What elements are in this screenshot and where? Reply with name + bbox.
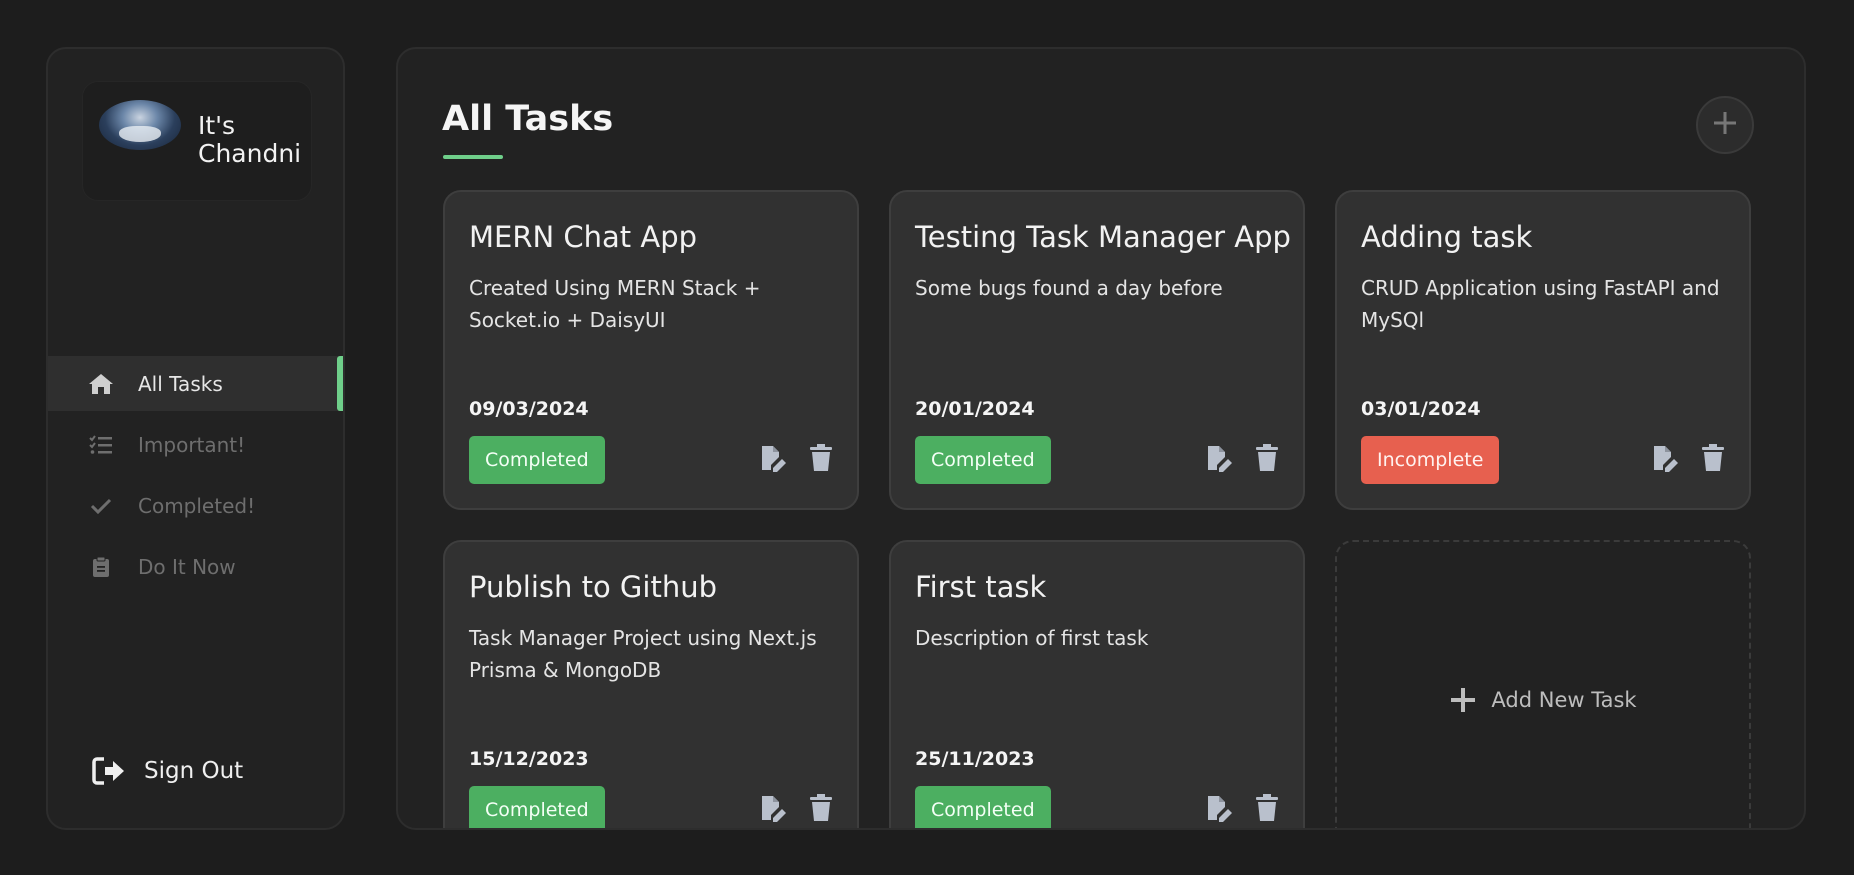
sidebar-item-completed[interactable]: Completed! [48,478,343,533]
edit-icon[interactable] [1205,444,1233,472]
edit-icon[interactable] [759,794,787,822]
task-title: First task [915,570,1047,604]
sidebar-nav: All Tasks Important! Completed! Do It No… [48,356,343,600]
page-title: All Tasks [442,99,614,139]
task-date: 03/01/2024 [1361,398,1481,420]
task-card: Testing Task Manager App Some bugs found… [889,190,1305,510]
clipboard-icon [88,554,114,580]
edit-icon[interactable] [1205,794,1233,822]
task-card: MERN Chat App Created Using MERN Stack +… [443,190,859,510]
add-new-task-label: Add New Task [1491,688,1637,712]
edit-icon[interactable] [759,444,787,472]
task-card: Publish to Github Task Manager Project u… [443,540,859,828]
add-new-task-card[interactable]: Add New Task [1335,540,1751,828]
sidebar-item-label: Important! [138,432,246,457]
sidebar-item-do-it-now[interactable]: Do It Now [48,539,343,594]
task-date: 09/03/2024 [469,398,589,420]
title-underline [443,155,503,159]
sidebar-item-all-tasks[interactable]: All Tasks [48,356,343,411]
status-button[interactable]: Completed [915,436,1051,484]
sidebar-item-label: All Tasks [138,371,223,396]
task-card: Adding task CRUD Application using FastA… [1335,190,1751,510]
task-title: Testing Task Manager App [915,220,1291,254]
plus-icon [1712,110,1738,140]
task-date: 20/01/2024 [915,398,1035,420]
task-actions [759,794,835,822]
status-button[interactable]: Completed [469,436,605,484]
sidebar-item-important[interactable]: Important! [48,417,343,472]
task-actions [1651,444,1727,472]
add-task-button[interactable] [1696,96,1754,154]
list-check-icon [88,432,114,458]
status-button[interactable]: Completed [469,786,605,828]
app: It's Chandni All Tasks Important! Comple… [0,0,1854,875]
task-description: Created Using MERN Stack + Socket.io + D… [469,276,761,332]
task-title: MERN Chat App [469,220,698,254]
sidebar-item-label: Do It Now [138,554,236,579]
task-date: 25/11/2023 [915,748,1035,770]
delete-icon[interactable] [1699,444,1727,472]
sign-out-label: Sign Out [144,758,244,784]
task-card: First task Description of first task 25/… [889,540,1305,828]
task-title: Adding task [1361,220,1533,254]
task-actions [1205,444,1281,472]
profile-card[interactable]: It's Chandni [82,81,312,201]
task-description: Task Manager Project using Next.js Prism… [469,626,817,682]
delete-icon[interactable] [1253,794,1281,822]
status-button[interactable]: Incomplete [1361,436,1500,484]
sign-out-icon [92,756,126,786]
delete-icon[interactable] [1253,444,1281,472]
task-date: 15/12/2023 [469,748,589,770]
task-description: CRUD Application using FastAPI and MySQl [1361,276,1720,332]
sidebar: It's Chandni All Tasks Important! Comple… [46,47,345,830]
sidebar-item-label: Completed! [138,493,256,518]
home-icon [88,371,114,397]
delete-icon[interactable] [807,794,835,822]
profile-name: It's Chandni [198,111,302,168]
task-actions [759,444,835,472]
plus-icon [1449,686,1477,714]
task-description: Description of first task [915,626,1149,650]
sign-out-button[interactable]: Sign Out [92,756,243,786]
task-actions [1205,794,1281,822]
edit-icon[interactable] [1651,444,1679,472]
delete-icon[interactable] [807,444,835,472]
avatar [99,100,181,150]
task-description: Some bugs found a day before [915,276,1223,300]
task-title: Publish to Github [469,570,717,604]
main-panel: All Tasks MERN Chat App Created Using ME… [396,47,1806,830]
status-button[interactable]: Completed [915,786,1051,828]
check-icon [88,493,114,519]
